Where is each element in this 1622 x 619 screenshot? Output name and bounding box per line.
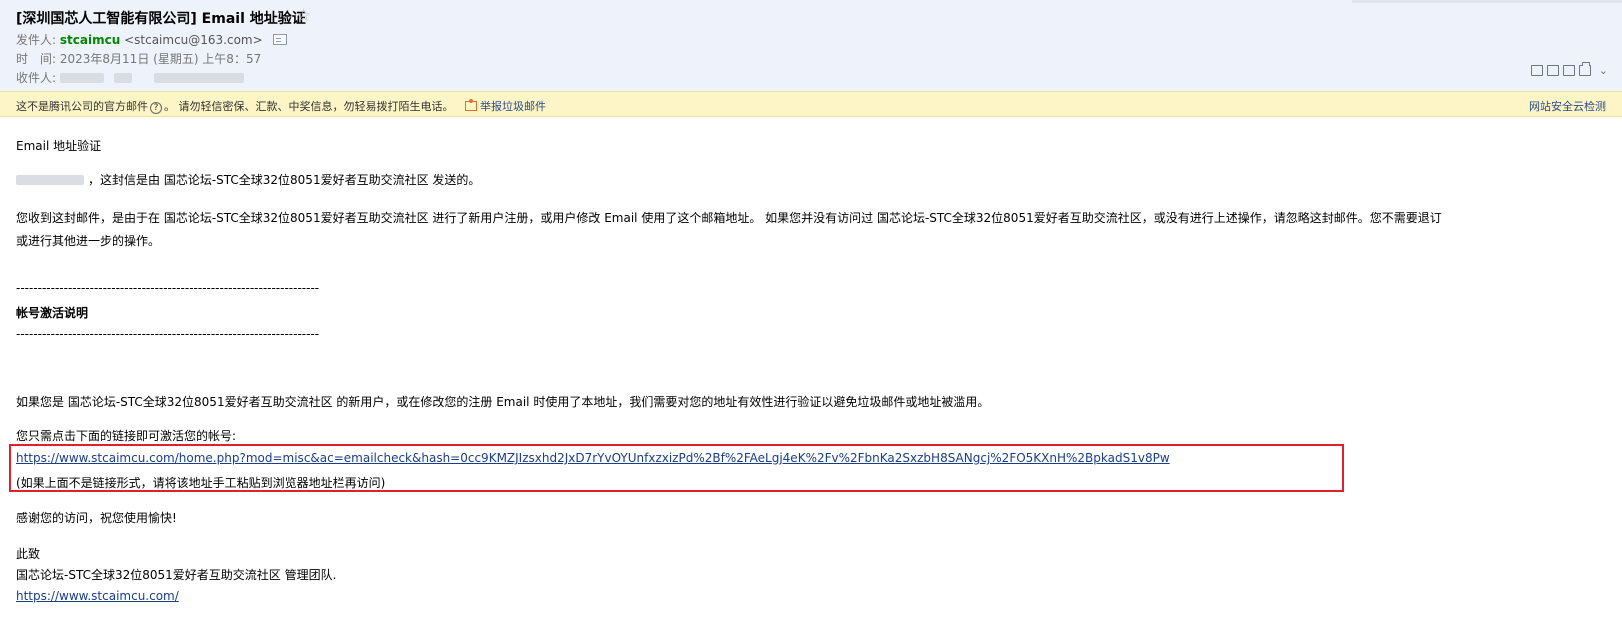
paragraph-1-line-1: 您收到这封邮件，是由于在 国芯论坛-STC全球32位8051爱好者互助交流社区 … (16, 211, 1442, 225)
team-line: 国芯论坛-STC全球32位8051爱好者互助交流社区 管理团队. (16, 568, 337, 582)
activation-link[interactable]: https://www.stcaimcu.com/home.php?mod=mi… (16, 451, 1170, 465)
question-icon[interactable]: ? (150, 102, 162, 114)
recipient-redacted (153, 73, 244, 83)
email-subject: [深圳国芯人工智能有限公司] Email 地址验证 (16, 11, 306, 27)
warning-text-after: 。 请勿轻信密保、汇款、中奖信息，勿轻易拨打陌生电话。 (164, 100, 454, 113)
security-warning-bar: 这不是腾讯公司的官方邮件?。 请勿轻信密保、汇款、中奖信息，勿轻易拨打陌生电话。… (0, 91, 1622, 117)
warning-text: 这不是腾讯公司的官方邮件?。 请勿轻信密保、汇款、中奖信息，勿轻易拨打陌生电话。… (16, 98, 546, 114)
top-edge (1352, 0, 1622, 3)
email-header: [深圳国芯人工智能有限公司] Email 地址验证 ☆ 发件人: stcaimc… (0, 0, 1622, 91)
from-row: 发件人: stcaimcu <stcaimcu@163.com> (16, 31, 287, 48)
save-icon[interactable] (1562, 65, 1575, 76)
time-label: 时 间: (16, 52, 57, 66)
time-row: 时 间: 2023年8月11日 (星期五) 上午8：57 (16, 50, 261, 67)
maximize-icon[interactable] (1546, 65, 1559, 76)
chevron-down-icon[interactable]: ⌄ (1599, 64, 1608, 77)
new-window-icon[interactable] (1530, 65, 1543, 76)
site-link[interactable]: https://www.stcaimcu.com/ (16, 589, 179, 603)
sender-name[interactable]: stcaimcu (60, 33, 120, 47)
link-note: (如果上面不是链接形式，请将该地址手工粘贴到浏览器地址栏再访问) (16, 476, 386, 490)
print-icon[interactable] (1578, 62, 1591, 76)
star-icon[interactable]: ☆ (296, 6, 311, 26)
divider-top: ----------------------------------------… (16, 281, 320, 295)
closing-line: 此致 (16, 547, 41, 561)
to-label: 收件人: (16, 71, 57, 85)
recipient-redacted (113, 73, 132, 83)
greeting-text: ，这封信是由 国芯论坛-STC全球32位8051爱好者互助交流社区 发送的。 (88, 173, 481, 187)
contact-card-icon[interactable] (272, 34, 287, 45)
paragraph-3: 您只需点击下面的链接即可激活您的帐号: (16, 429, 237, 443)
cloud-check-link[interactable]: 网站安全云检测 (1529, 98, 1606, 114)
warning-text-before: 这不是腾讯公司的官方邮件 (16, 100, 148, 113)
from-label: 发件人: (16, 33, 57, 47)
recipient-redacted (59, 73, 104, 83)
report-icon[interactable] (465, 99, 477, 111)
recipient-redacted (16, 175, 84, 185)
to-row: 收件人: (16, 69, 244, 86)
time-value: 2023年8月11日 (星期五) 上午8：57 (59, 52, 262, 66)
paragraph-2: 如果您是 国芯论坛-STC全球32位8051爱好者互助交流社区 的新用户，或在修… (16, 395, 990, 409)
report-spam-link[interactable]: 举报垃圾邮件 (480, 100, 546, 113)
sender-email: <stcaimcu@163.com> (124, 33, 263, 47)
greeting-line: ，这封信是由 国芯论坛-STC全球32位8051爱好者互助交流社区 发送的。 (16, 171, 480, 188)
thanks-line: 感谢您的访问，祝您使用愉快! (16, 511, 177, 525)
divider-bottom: ----------------------------------------… (16, 327, 320, 341)
header-tools: ⌄ (1530, 62, 1608, 77)
email-title: Email 地址验证 (16, 139, 102, 153)
paragraph-1-line-2: 或进行其他进一步的操作。 (16, 234, 161, 248)
section-title: 帐号激活说明 (16, 306, 89, 320)
